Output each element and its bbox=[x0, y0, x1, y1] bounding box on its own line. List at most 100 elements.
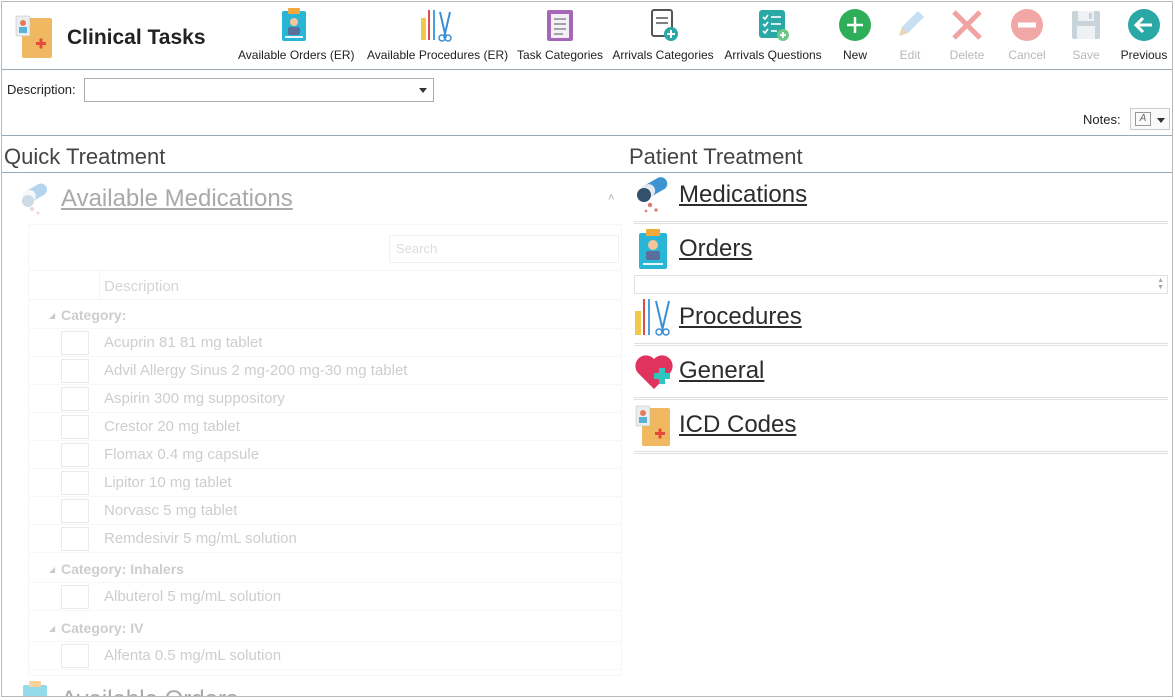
row-checkbox[interactable] bbox=[61, 443, 89, 467]
app-title: Clinical Tasks bbox=[67, 26, 206, 49]
collapse-triangle-icon: ◢ bbox=[49, 311, 56, 320]
row-checkbox[interactable] bbox=[61, 359, 89, 383]
spinner-arrows-icon[interactable]: ▲ ▼ bbox=[1157, 277, 1164, 291]
category-group-header[interactable]: ◢ Category: Inhalers bbox=[29, 555, 621, 583]
text-format-icon: A bbox=[1135, 112, 1151, 126]
patient-treatment-heading: Patient Treatment bbox=[629, 144, 803, 169]
cancel-button[interactable]: Cancel bbox=[1005, 6, 1049, 68]
table-row[interactable]: Alfenta 0.5 mg/mL solution bbox=[29, 642, 621, 670]
available-medications-link[interactable]: Available Medications bbox=[61, 185, 293, 213]
available-orders-link[interactable]: Available Orders bbox=[61, 686, 238, 696]
clipboard-doctor-icon bbox=[277, 8, 311, 42]
medication-name: Crestor 20 mg tablet bbox=[104, 418, 240, 435]
clipboard-doctor-icon bbox=[634, 229, 672, 269]
chevron-up-icon[interactable]: ˄ bbox=[608, 192, 614, 204]
table-row[interactable]: Norvasc 5 mg tablet bbox=[29, 497, 621, 525]
new-button[interactable]: New bbox=[835, 6, 875, 68]
available-procedures-label: Available Procedures (ER) bbox=[367, 48, 509, 62]
icd-codes-label: ICD Codes bbox=[679, 411, 797, 438]
table-row[interactable]: Flomax 0.4 mg capsule bbox=[29, 441, 621, 469]
delete-button[interactable]: Delete bbox=[945, 6, 989, 68]
medication-name: Remdesivir 5 mg/mL solution bbox=[104, 530, 297, 547]
previous-label: Previous bbox=[1120, 48, 1168, 62]
medication-name: Acuprin 81 81 mg tablet bbox=[104, 334, 263, 351]
cancel-label: Cancel bbox=[1008, 48, 1046, 62]
row-checkbox[interactable] bbox=[61, 387, 89, 411]
table-row[interactable]: Aspirin 300 mg suppository bbox=[29, 385, 621, 413]
column-separator bbox=[99, 271, 100, 301]
table-row[interactable]: Advil Allergy Sinus 2 mg-200 mg-30 mg ta… bbox=[29, 357, 621, 385]
medication-name: Advil Allergy Sinus 2 mg-200 mg-30 mg ta… bbox=[104, 362, 408, 379]
table-row[interactable]: Crestor 20 mg tablet bbox=[29, 413, 621, 441]
task-categories-button[interactable]: Task Categories bbox=[517, 6, 603, 68]
clipboard-doctor-icon bbox=[20, 681, 50, 696]
divider bbox=[634, 221, 1168, 224]
edit-button[interactable]: Edit bbox=[890, 6, 930, 68]
chevron-down-icon bbox=[419, 88, 427, 93]
divider bbox=[2, 172, 1172, 173]
table-row[interactable]: Acuprin 81 81 mg tablet bbox=[29, 329, 621, 357]
pills-icon bbox=[634, 175, 672, 215]
pills-icon bbox=[18, 179, 54, 219]
plus-circle-icon bbox=[838, 8, 872, 42]
row-checkbox[interactable] bbox=[61, 644, 89, 668]
category-group-header[interactable]: ◢ Category: bbox=[29, 301, 621, 329]
medications-label: Medications bbox=[679, 181, 808, 208]
table-row[interactable]: Lipitor 10 mg tablet bbox=[29, 469, 621, 497]
available-orders-button[interactable]: Available Orders (ER) bbox=[238, 6, 354, 68]
patient-general-link[interactable]: General bbox=[634, 351, 1168, 395]
medication-name: Alfenta 0.5 mg/mL solution bbox=[104, 647, 282, 664]
previous-button[interactable]: Previous bbox=[1119, 6, 1169, 68]
arrivals-categories-button[interactable]: Arrivals Categories bbox=[612, 6, 714, 68]
new-label: New bbox=[842, 48, 867, 62]
collapse-triangle-icon: ◢ bbox=[49, 565, 56, 574]
table-row[interactable]: Remdesivir 5 mg/mL solution bbox=[29, 525, 621, 553]
patient-procedures-link[interactable]: Procedures bbox=[634, 297, 1168, 341]
patient-orders-link[interactable]: Orders bbox=[634, 229, 1168, 273]
edit-label: Edit bbox=[899, 48, 921, 62]
row-checkbox[interactable] bbox=[61, 331, 89, 355]
floppy-disk-icon bbox=[1069, 8, 1103, 42]
category-label: Category: IV bbox=[61, 620, 144, 636]
medication-name: Albuterol 5 mg/mL solution bbox=[104, 588, 282, 605]
description-label: Description: bbox=[7, 82, 76, 97]
task-categories-label: Task Categories bbox=[517, 48, 604, 62]
quick-treatment-heading: Quick Treatment bbox=[4, 144, 166, 169]
procedures-label: Procedures bbox=[679, 303, 802, 330]
surgical-tools-icon bbox=[419, 8, 453, 42]
medication-name: Flomax 0.4 mg capsule bbox=[104, 446, 260, 463]
divider bbox=[634, 397, 1168, 400]
available-medications-grid: Search Description ◢ Category: Acuprin 8… bbox=[28, 224, 622, 676]
chevron-down-icon bbox=[1157, 118, 1165, 123]
row-checkbox[interactable] bbox=[61, 527, 89, 551]
heart-plus-icon bbox=[634, 351, 673, 391]
orders-numeric-field[interactable]: ▲ ▼ bbox=[634, 275, 1168, 294]
medication-name: Norvasc 5 mg tablet bbox=[104, 502, 238, 519]
divider bbox=[634, 343, 1168, 346]
category-group-header[interactable]: ◢ Category: IV bbox=[29, 614, 621, 642]
table-row[interactable]: Albuterol 5 mg/mL solution bbox=[29, 583, 621, 611]
search-input[interactable]: Search bbox=[389, 235, 619, 263]
medication-name: Lipitor 10 mg tablet bbox=[104, 474, 232, 491]
available-procedures-button[interactable]: Available Procedures (ER) bbox=[367, 6, 509, 68]
medical-folder-icon bbox=[14, 14, 54, 60]
patient-medications-link[interactable]: Medications bbox=[634, 175, 1168, 221]
description-dropdown[interactable] bbox=[84, 78, 434, 102]
row-checkbox[interactable] bbox=[61, 499, 89, 523]
category-label: Category: Inhalers bbox=[61, 561, 184, 577]
divider bbox=[2, 135, 1172, 136]
orders-label: Orders bbox=[679, 235, 753, 262]
arrivals-questions-button[interactable]: Arrivals Questions bbox=[723, 6, 823, 68]
patient-icd-codes-link[interactable]: ICD Codes bbox=[634, 405, 1168, 449]
checklist-add-icon bbox=[756, 8, 790, 42]
row-checkbox[interactable] bbox=[61, 585, 89, 609]
surgical-tools-icon bbox=[634, 297, 672, 337]
save-label: Save bbox=[1072, 48, 1100, 62]
description-column-header[interactable]: Description bbox=[104, 278, 179, 295]
row-checkbox[interactable] bbox=[61, 471, 89, 495]
row-checkbox[interactable] bbox=[61, 415, 89, 439]
divider bbox=[634, 451, 1168, 454]
notes-dropdown-button[interactable]: A bbox=[1130, 108, 1170, 130]
save-button[interactable]: Save bbox=[1066, 6, 1106, 68]
header-toolbar: Clinical Tasks Available Orders (ER) Ava… bbox=[2, 2, 1172, 70]
